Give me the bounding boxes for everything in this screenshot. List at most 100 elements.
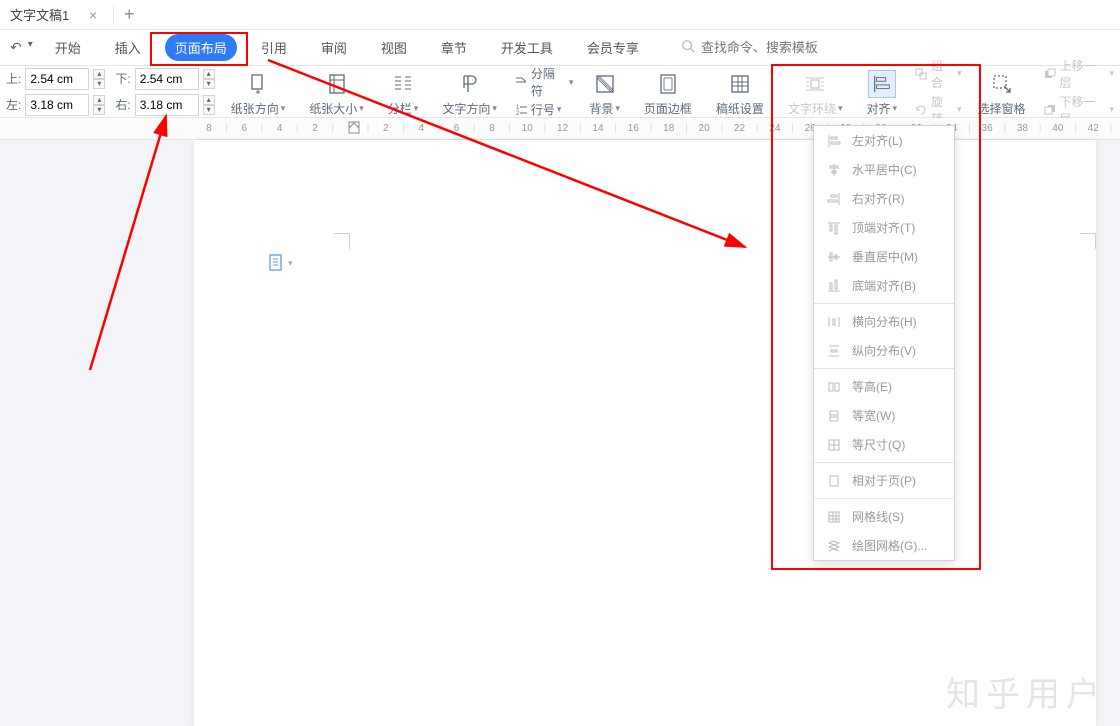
spinner[interactable]: ▴▾ bbox=[93, 69, 105, 89]
align-vcenter-icon bbox=[826, 249, 842, 265]
align-menu-equal-w[interactable]: 等宽(W) bbox=[814, 401, 954, 430]
ruler-tick: 2 bbox=[306, 123, 324, 134]
page-orient-icon bbox=[244, 70, 272, 98]
align-menu-align-right[interactable]: 右对齐(R) bbox=[814, 184, 954, 213]
breaks-group: 分隔符▾ 12 行号▾ bbox=[513, 65, 573, 118]
undo-icon[interactable]: ↶ bbox=[10, 39, 22, 56]
align-menu-align-left[interactable]: 左对齐(L) bbox=[814, 126, 954, 155]
ruler-tick: 6 bbox=[235, 123, 253, 134]
menu-tab-2[interactable]: 页面布局 bbox=[165, 34, 237, 61]
menu-separator bbox=[814, 462, 954, 463]
margin-group: 上: ▴▾ 下: ▴▾ 左: ▴▾ 右: ▴▾ bbox=[6, 68, 215, 116]
menu-tab-6[interactable]: 章节 bbox=[431, 34, 477, 61]
margin-left-label: 左: bbox=[6, 96, 21, 113]
new-tab-button[interactable]: + bbox=[114, 0, 144, 30]
menu-item-label: 垂直居中(M) bbox=[852, 248, 918, 265]
menu-item-label: 绘图网格(G)... bbox=[852, 537, 927, 554]
ruler-tick: 8 bbox=[200, 123, 218, 134]
menu-tab-7[interactable]: 开发工具 bbox=[491, 34, 563, 61]
menu-separator bbox=[814, 498, 954, 499]
ruler-tick: 38 bbox=[1014, 123, 1032, 134]
ruler-tick: 12 bbox=[554, 123, 572, 134]
margin-top-input[interactable] bbox=[25, 68, 89, 90]
quick-more-icon[interactable]: ▾ bbox=[28, 39, 33, 56]
search-box[interactable] bbox=[681, 39, 841, 56]
equal-w-icon bbox=[826, 408, 842, 424]
group-icon bbox=[913, 66, 929, 82]
margin-bottom-label: 下: bbox=[115, 70, 130, 87]
forward-icon bbox=[1042, 66, 1058, 82]
menu-tab-4[interactable]: 审阅 bbox=[311, 34, 357, 61]
menu-item-label: 等高(E) bbox=[852, 378, 892, 395]
align-hcenter-icon bbox=[826, 162, 842, 178]
distribute-h-icon bbox=[826, 314, 842, 330]
align-menu-relative-page[interactable]: 相对于页(P) bbox=[814, 466, 954, 495]
manuscript-button[interactable]: 稿纸设置 bbox=[708, 67, 772, 117]
breaks-button[interactable]: 分隔符▾ bbox=[513, 65, 573, 99]
align-menu-align-bottom[interactable]: 底端对齐(B) bbox=[814, 271, 954, 300]
ruler-tick: 16 bbox=[625, 123, 643, 134]
close-tab-icon[interactable]: × bbox=[89, 7, 97, 23]
ruler-tick: 4 bbox=[412, 123, 430, 134]
columns-icon bbox=[389, 70, 417, 98]
menu-tab-1[interactable]: 插入 bbox=[105, 34, 151, 61]
linenum-icon: 12 bbox=[513, 102, 529, 118]
align-menu-grid[interactable]: 网格线(S) bbox=[814, 502, 954, 531]
menu-separator bbox=[814, 303, 954, 304]
align-menu-equal-h[interactable]: 等高(E) bbox=[814, 372, 954, 401]
equal-size-icon bbox=[826, 437, 842, 453]
selection-pane-button[interactable]: 选择窗格 bbox=[970, 67, 1034, 117]
ribbon: 上: ▴▾ 下: ▴▾ 左: ▴▾ 右: ▴▾ 纸张方向▾ 纸张大小▾ 分栏▾ … bbox=[0, 66, 1120, 118]
menu-item-label: 左对齐(L) bbox=[852, 132, 903, 149]
align-menu-draw-grid[interactable]: 绘图网格(G)... bbox=[814, 531, 954, 560]
equal-h-icon bbox=[826, 379, 842, 395]
menu-tab-5[interactable]: 视图 bbox=[371, 34, 417, 61]
menu-tab-3[interactable]: 引用 bbox=[251, 34, 297, 61]
align-bottom-icon bbox=[826, 278, 842, 294]
align-right-icon bbox=[826, 191, 842, 207]
document-tab[interactable]: 文字文稿1 × bbox=[0, 0, 107, 30]
menu-tab-8[interactable]: 会员专享 bbox=[577, 34, 649, 61]
page-border-icon bbox=[654, 70, 682, 98]
align-menu-distribute-h[interactable]: 横向分布(H) bbox=[814, 307, 954, 336]
background-icon bbox=[591, 70, 619, 98]
text-wrap-button: 文字环绕▾ bbox=[780, 67, 851, 117]
draw-grid-icon bbox=[826, 538, 842, 554]
align-menu-align-vcenter[interactable]: 垂直居中(M) bbox=[814, 242, 954, 271]
spinner[interactable]: ▴▾ bbox=[203, 95, 215, 115]
align-menu-align-hcenter[interactable]: 水平居中(C) bbox=[814, 155, 954, 184]
align-menu-distribute-v[interactable]: 纵向分布(V) bbox=[814, 336, 954, 365]
indent-marker[interactable] bbox=[348, 121, 360, 140]
line-number-button[interactable]: 12 行号▾ bbox=[513, 101, 573, 118]
page-size-icon bbox=[323, 70, 351, 98]
align-top-icon bbox=[826, 220, 842, 236]
search-icon bbox=[681, 39, 695, 56]
menu-tab-0[interactable]: 开始 bbox=[45, 34, 91, 61]
ruler-tick: 36 bbox=[978, 123, 996, 134]
menu-item-label: 网格线(S) bbox=[852, 508, 904, 525]
text-direction-button[interactable]: 文字方向▾ bbox=[434, 67, 505, 117]
margin-left-input[interactable] bbox=[25, 94, 89, 116]
page[interactable]: ▾ bbox=[194, 140, 1096, 726]
margin-right-label: 右: bbox=[115, 96, 130, 113]
spinner[interactable]: ▴▾ bbox=[93, 95, 105, 115]
page-size-button[interactable]: 纸张大小▾ bbox=[301, 67, 372, 117]
align-button[interactable]: 对齐▾ bbox=[858, 67, 905, 117]
columns-button[interactable]: 分栏▾ bbox=[380, 67, 427, 117]
spinner[interactable]: ▴▾ bbox=[203, 69, 215, 89]
menu-item-label: 等宽(W) bbox=[852, 407, 895, 424]
page-border-button[interactable]: 页面边框 bbox=[636, 67, 700, 117]
align-menu-align-top[interactable]: 顶端对齐(T) bbox=[814, 213, 954, 242]
page-orientation-button[interactable]: 纸张方向▾ bbox=[223, 67, 294, 117]
margin-right-input[interactable] bbox=[135, 94, 199, 116]
align-menu-equal-size[interactable]: 等尺寸(Q) bbox=[814, 430, 954, 459]
background-button[interactable]: 背景▾ bbox=[581, 67, 628, 117]
text-dir-icon bbox=[456, 70, 484, 98]
margin-bottom-input[interactable] bbox=[135, 68, 199, 90]
document-options-button[interactable]: ▾ bbox=[268, 254, 293, 272]
margin-corner-icon bbox=[334, 233, 350, 249]
search-input[interactable] bbox=[701, 40, 841, 55]
quick-access: ↶ ▾ bbox=[10, 39, 33, 56]
ruler-tick: 2 bbox=[377, 123, 395, 134]
align-icon bbox=[868, 70, 896, 98]
